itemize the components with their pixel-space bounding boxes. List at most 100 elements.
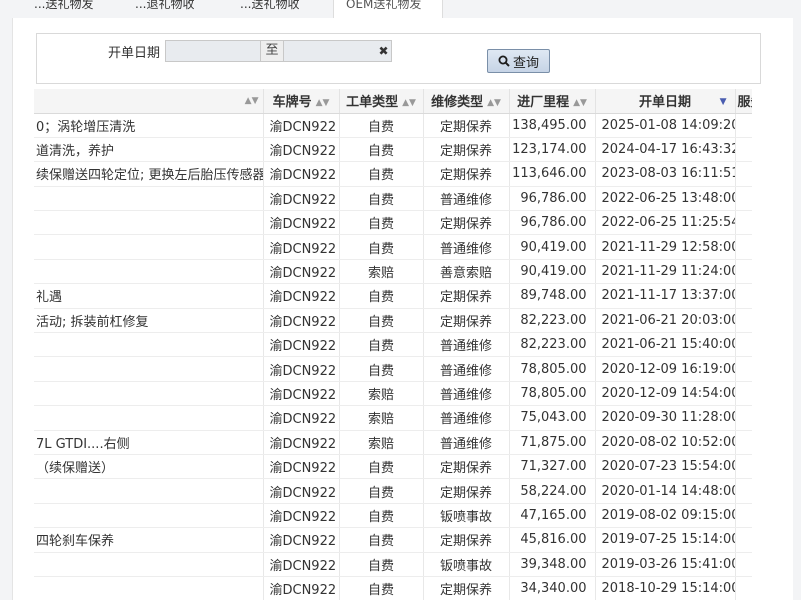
cell-description xyxy=(34,186,264,212)
cell-plate: 渝DCN922 xyxy=(263,356,340,382)
tab-3[interactable]: ...送礼物收 xyxy=(240,0,320,18)
cell-date: 2019-03-26 15:41:00 xyxy=(595,552,736,577)
table-row[interactable]: （续保赠送） 渝DCN922 自费 定期保养 71,327.00 2020-07-23 1… xyxy=(34,454,752,480)
table-row[interactable]: 道清洗，养护 渝DCN922 自费 定期保养 123,174.00 2024-04-17 … xyxy=(34,137,752,163)
cell-advisor xyxy=(735,454,752,480)
cell-repair-type: 定期保养 xyxy=(423,137,510,163)
search-panel: 开单日期 至 ✖ 查询 xyxy=(36,33,761,84)
cell-repair-type: 定期保养 xyxy=(423,308,510,334)
sort-icon: ▲▼ xyxy=(244,96,259,106)
cell-description xyxy=(34,356,264,382)
column-header-advisor[interactable]: 服务 xyxy=(735,89,752,114)
sort-desc-icon: ▼ xyxy=(719,97,727,107)
cell-description: 续保赠送四轮定位; 更换左后胎压传感器 xyxy=(34,161,264,187)
cell-mileage: 78,805.00 xyxy=(509,356,596,382)
cell-description: 四轮刹车保养 xyxy=(34,527,264,553)
cell-order-type: 自费 xyxy=(339,527,424,553)
table-row[interactable]: 礼遇 渝DCN922 自费 定期保养 89,748.00 2021-11-17 13:37… xyxy=(34,283,752,309)
table-header-row: ▲▼ 车牌号▲▼ 工单类型▲▼ 维修类型▲▼ 进厂里程▲▼ 开单日期▼ 服务 xyxy=(34,89,752,114)
cell-mileage: 138,495.00 xyxy=(509,113,596,138)
date-range-separator: 至 xyxy=(260,41,284,61)
table-row[interactable]: 渝DCN922 自费 钣喷事故 47,165.00 2019-08-02 09:15:0… xyxy=(34,503,752,529)
cell-plate: 渝DCN922 xyxy=(263,210,340,236)
table-row[interactable]: 渝DCN922 自费 定期保养 96,786.00 2022-06-25 11:25:5… xyxy=(34,210,752,236)
table-row[interactable]: 渝DCN922 索赔 普通维修 78,805.00 2020-12-09 14:54:0… xyxy=(34,381,752,407)
cell-date: 2020-01-14 14:48:00 xyxy=(595,478,736,504)
sort-icon: ▲▼ xyxy=(315,97,330,108)
tab-2[interactable]: ...退礼物收 xyxy=(135,0,215,18)
table-row[interactable]: 0；涡轮增压清洗 渝DCN922 自费 定期保养 138,495.00 2025-01-0… xyxy=(34,113,752,138)
cell-date: 2021-06-21 20:03:00 xyxy=(595,308,736,334)
cell-date: 2024-04-17 16:43:32 xyxy=(595,137,736,163)
table-row[interactable]: 渝DCN922 自费 定期保养 34,340.00 2018-10-29 15:14:0… xyxy=(34,576,752,600)
column-header-order-type[interactable]: 工单类型 ▲▼ xyxy=(339,89,424,114)
cell-order-type: 自费 xyxy=(339,478,424,504)
cell-repair-type: 钣喷事故 xyxy=(423,552,510,577)
cell-date: 2021-11-17 13:37:00 xyxy=(595,283,736,309)
table-row[interactable]: 渝DCN922 索赔 普通维修 75,043.00 2020-09-30 11:28:0… xyxy=(34,405,752,431)
column-header-date[interactable]: 开单日期 ▼ xyxy=(595,89,736,114)
column-header-repair-type[interactable]: 维修类型 ▲▼ xyxy=(423,89,510,114)
cell-repair-type: 普通维修 xyxy=(423,332,510,358)
cell-order-type: 索赔 xyxy=(339,405,424,431)
cell-mileage: 47,165.00 xyxy=(509,503,596,529)
cell-repair-type: 钣喷事故 xyxy=(423,503,510,529)
cell-plate: 渝DCN922 xyxy=(263,113,340,138)
cell-order-type: 索赔 xyxy=(339,381,424,407)
cell-repair-type: 定期保养 xyxy=(423,283,510,309)
clear-icon[interactable]: ✖ xyxy=(375,41,392,61)
column-header-mileage[interactable]: 进厂里程 ▲▼ xyxy=(509,89,596,114)
table-row[interactable]: 渝DCN922 索赔 善意索赔 90,419.00 2021-11-29 11:24:0… xyxy=(34,259,752,285)
cell-advisor xyxy=(735,234,752,260)
cell-plate: 渝DCN922 xyxy=(263,161,340,187)
cell-repair-type: 定期保养 xyxy=(423,454,510,480)
cell-plate: 渝DCN922 xyxy=(263,576,340,600)
cell-plate: 渝DCN922 xyxy=(263,283,340,309)
cell-mileage: 82,223.00 xyxy=(509,308,596,334)
cell-advisor xyxy=(735,332,752,358)
cell-order-type: 自费 xyxy=(339,186,424,212)
cell-plate: 渝DCN922 xyxy=(263,137,340,163)
cell-order-type: 自费 xyxy=(339,283,424,309)
table-row[interactable]: 活动; 拆装前杠修复 渝DCN922 自费 定期保养 82,223.00 2021-06-… xyxy=(34,308,752,334)
end-date-input[interactable] xyxy=(285,41,375,61)
cell-mileage: 90,419.00 xyxy=(509,259,596,285)
table-row[interactable]: 渝DCN922 自费 定期保养 58,224.00 2020-01-14 14:48:0… xyxy=(34,478,752,504)
cell-date: 2020-07-23 15:54:00 xyxy=(595,454,736,480)
cell-plate: 渝DCN922 xyxy=(263,259,340,285)
cell-date: 2021-06-21 15:40:00 xyxy=(595,332,736,358)
cell-description xyxy=(34,552,264,577)
tab-4[interactable]: OEM送礼物发 xyxy=(333,0,443,18)
table-row[interactable]: 渝DCN922 自费 普通维修 82,223.00 2021-06-21 15:40:0… xyxy=(34,332,752,358)
cell-description xyxy=(34,576,264,600)
tab-1[interactable]: ...送礼物发 xyxy=(34,0,112,18)
cell-date: 2020-12-09 14:54:00 xyxy=(595,381,736,407)
column-header-plate[interactable]: 车牌号 ▲▼ xyxy=(263,89,340,114)
table-row[interactable]: 渝DCN922 自费 普通维修 78,805.00 2020-12-09 16:19:0… xyxy=(34,356,752,382)
cell-order-type: 索赔 xyxy=(339,430,424,455)
table-row[interactable]: 渝DCN922 自费 普通维修 90,419.00 2021-11-29 12:58:0… xyxy=(34,234,752,260)
table-row[interactable]: 续保赠送四轮定位; 更换左后胎压传感器 渝DCN922 自费 定期保养 113,646.… xyxy=(34,161,752,187)
start-date-input[interactable] xyxy=(166,41,260,61)
table-row[interactable]: 四轮刹车保养 渝DCN922 自费 定期保养 45,816.00 2019-07-25 1… xyxy=(34,527,752,553)
cell-order-type: 索赔 xyxy=(339,259,424,285)
cell-description xyxy=(34,478,264,504)
cell-repair-type: 定期保养 xyxy=(423,576,510,600)
cell-advisor xyxy=(735,381,752,407)
table-row[interactable]: 7L GTDI....右侧 渝DCN922 索赔 普通维修 71,875.00 2020-… xyxy=(34,430,752,455)
cell-repair-type: 定期保养 xyxy=(423,527,510,553)
table-row[interactable]: 渝DCN922 自费 钣喷事故 39,348.00 2019-03-26 15:41:0… xyxy=(34,552,752,577)
sort-icon: ▲▼ xyxy=(487,97,501,108)
cell-date: 2023-08-03 16:11:51 xyxy=(595,161,736,187)
cell-description xyxy=(34,210,264,236)
column-header-description[interactable]: ▲▼ xyxy=(34,89,264,114)
cell-advisor xyxy=(735,576,752,600)
cell-repair-type: 普通维修 xyxy=(423,186,510,212)
table-row[interactable]: 渝DCN922 自费 普通维修 96,786.00 2022-06-25 13:48:0… xyxy=(34,186,752,212)
cell-plate: 渝DCN922 xyxy=(263,527,340,553)
cell-order-type: 自费 xyxy=(339,137,424,163)
query-button[interactable]: 查询 xyxy=(487,49,550,73)
cell-description: 活动; 拆装前杠修复 xyxy=(34,308,264,334)
cell-advisor xyxy=(735,113,752,138)
cell-description: 道清洗，养护 xyxy=(34,137,264,163)
